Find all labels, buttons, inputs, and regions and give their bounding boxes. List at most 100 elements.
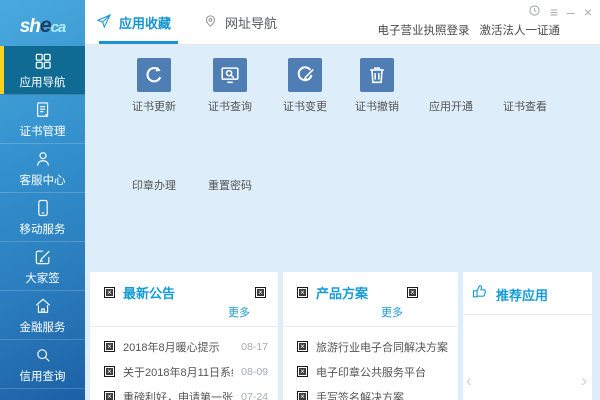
- trash-icon: [360, 58, 394, 92]
- announcement-text: 重磅利好，申请第一张法人一...: [123, 391, 233, 400]
- main-content: 证书更新 证书查询 证书变更 证书撤销 应用开通 证书查看 印章办理 重置密码 …: [85, 45, 600, 400]
- sidebar-item-label: 移动服务: [19, 223, 66, 236]
- search-monitor-icon: [213, 58, 247, 92]
- recommended-title: 推荐应用: [496, 287, 549, 303]
- sidebar-item-financial-service[interactable]: 金融服务: [0, 291, 85, 340]
- refresh-icon: [137, 58, 171, 92]
- product-item[interactable]: × 手写签名解决方案: [297, 384, 448, 400]
- broken-image-icon: ×: [104, 287, 115, 298]
- app-tile-label: 证书撤销: [355, 101, 399, 113]
- missing-icon: [434, 58, 468, 92]
- app-tile-label: 应用开通: [429, 101, 473, 113]
- edit-refresh-icon: [288, 58, 322, 92]
- app-tile-label: 证书查看: [503, 101, 547, 113]
- app-tile-label: 证书查询: [208, 101, 252, 113]
- tab-label: 网址导航: [225, 15, 278, 31]
- product-text: 电子印章公共服务平台: [316, 366, 426, 379]
- broken-image-icon: ×: [407, 287, 418, 298]
- app-tile-cert-view[interactable]: 证书查看: [488, 58, 562, 114]
- app-tile-cert-revoke[interactable]: 证书撤销: [340, 58, 414, 114]
- announcement-text: 2018年8月暖心提示: [123, 341, 220, 354]
- topbar: 应用收藏 网址导航 ≡ – × 电子营业执照登录 激活法人一证通: [85, 0, 600, 45]
- products-panel: × 产品方案 × 更多 × 旅游行业电子合同解决方案 × 电子印章公共服务平台: [283, 272, 458, 400]
- app-window: sheca 应用导航 证书管理 客服中心 移动服务 大家签 金融服务 信用查询 …: [0, 0, 600, 400]
- products-header: × 产品方案 ×: [283, 272, 458, 302]
- close-button[interactable]: ×: [584, 5, 592, 19]
- app-tile-cert-query[interactable]: 证书查询: [193, 58, 267, 114]
- announcement-item[interactable]: × 重磅利好，申请第一张法人一... 07-24: [104, 384, 268, 400]
- paper-plane-icon: [96, 13, 112, 32]
- announcement-item[interactable]: × 关于2018年8月11日系统升级... 08-09: [104, 359, 268, 384]
- products-title: 产品方案: [316, 286, 369, 301]
- sidebar-nav: 应用导航 证书管理 客服中心 移动服务 大家签 金融服务 信用查询: [0, 46, 85, 389]
- announcement-date: 08-09: [241, 365, 268, 378]
- phone-icon: [33, 198, 53, 218]
- sidebar-item-label: 金融服务: [19, 321, 66, 334]
- minimize-button[interactable]: –: [567, 5, 575, 19]
- sidebar-item-everyone-sign[interactable]: 大家签: [0, 242, 85, 291]
- announcement-item[interactable]: × 2018年8月暖心提示 08-17: [104, 334, 268, 359]
- sidebar-item-label: 应用导航: [19, 76, 66, 89]
- activate-legal-cert-link[interactable]: 激活法人一证通: [480, 22, 561, 38]
- sidebar-item-certificate-management[interactable]: 证书管理: [0, 95, 85, 144]
- products-more-link[interactable]: 更多: [381, 307, 403, 319]
- broken-image-icon: ×: [297, 287, 308, 298]
- product-item[interactable]: × 旅游行业电子合同解决方案: [297, 334, 448, 359]
- sidebar: sheca 应用导航 证书管理 客服中心 移动服务 大家签 金融服务 信用查询: [0, 0, 85, 400]
- announcements-panel: × 最新公告 × 更多 × 2018年8月暖心提示 08-17 × 关于2018…: [90, 272, 278, 400]
- missing-icon: [508, 58, 542, 92]
- announcements-header: × 最新公告 ×: [90, 272, 278, 302]
- broken-image-icon: ×: [297, 341, 308, 352]
- carousel-prev-arrow[interactable]: ‹: [466, 372, 472, 389]
- carousel-next-arrow[interactable]: ›: [581, 372, 587, 389]
- certificate-icon: [33, 100, 53, 120]
- grid-icon: [33, 51, 53, 71]
- sidebar-item-label: 客服中心: [19, 174, 66, 187]
- sidebar-item-customer-service[interactable]: 客服中心: [0, 144, 85, 193]
- announcements-title: 最新公告: [123, 286, 176, 301]
- titlebar-links: 电子营业执照登录 激活法人一证通: [378, 22, 561, 38]
- recommended-panel: 推荐应用 ‹ ›: [463, 272, 592, 400]
- missing-icon: [137, 137, 171, 171]
- recommended-header: 推荐应用: [463, 272, 592, 305]
- missing-icon: [213, 137, 247, 171]
- app-tile-label: 证书变更: [283, 101, 327, 113]
- tab-label: 应用收藏: [119, 15, 172, 31]
- sidebar-item-mobile-service[interactable]: 移动服务: [0, 193, 85, 242]
- menu-icon[interactable]: ≡: [550, 5, 558, 19]
- location-pin-icon: [203, 13, 218, 31]
- announcement-text: 关于2018年8月11日系统升级...: [123, 366, 233, 379]
- broken-image-icon: ×: [104, 391, 115, 400]
- sidebar-item-label: 大家签: [25, 272, 60, 285]
- divider: [463, 314, 592, 315]
- window-controls: ≡ – ×: [528, 4, 592, 20]
- customer-service-icon[interactable]: [528, 4, 541, 20]
- ebl-login-link[interactable]: 电子营业执照登录: [378, 22, 470, 38]
- broken-image-icon: ×: [104, 341, 115, 352]
- broken-image-icon: ×: [297, 366, 308, 377]
- sidebar-item-label: 信用查询: [19, 370, 66, 383]
- logo-text: ca: [50, 19, 67, 36]
- thumbs-up-icon: [471, 283, 488, 305]
- tab-url-navigation[interactable]: 网址导航: [203, 0, 277, 44]
- app-tile-cert-update[interactable]: 证书更新: [117, 58, 191, 114]
- app-tile-seal-processing[interactable]: 印章办理: [117, 137, 191, 193]
- search-icon: [33, 345, 53, 365]
- app-tile-cert-change[interactable]: 证书变更: [268, 58, 342, 114]
- sheca-logo: sheca: [0, 6, 85, 46]
- bank-icon: [33, 296, 53, 316]
- app-tile-label: 证书更新: [132, 101, 176, 113]
- app-tile-app-activation[interactable]: 应用开通: [414, 58, 488, 114]
- logo-text: sh: [19, 16, 41, 37]
- app-tile-label: 印章办理: [132, 180, 176, 192]
- product-text: 手写签名解决方案: [316, 391, 404, 400]
- announcements-more-link[interactable]: 更多: [228, 307, 250, 319]
- announcement-date: 08-17: [241, 340, 268, 353]
- app-tile-label: 重置密码: [208, 180, 252, 192]
- sidebar-item-credit-inquiry[interactable]: 信用查询: [0, 340, 85, 389]
- person-icon: [33, 149, 53, 169]
- sidebar-item-app-navigation[interactable]: 应用导航: [0, 46, 85, 95]
- app-tile-reset-password[interactable]: 重置密码: [193, 137, 267, 193]
- product-item[interactable]: × 电子印章公共服务平台: [297, 359, 448, 384]
- tab-app-favorites[interactable]: 应用收藏: [96, 0, 178, 44]
